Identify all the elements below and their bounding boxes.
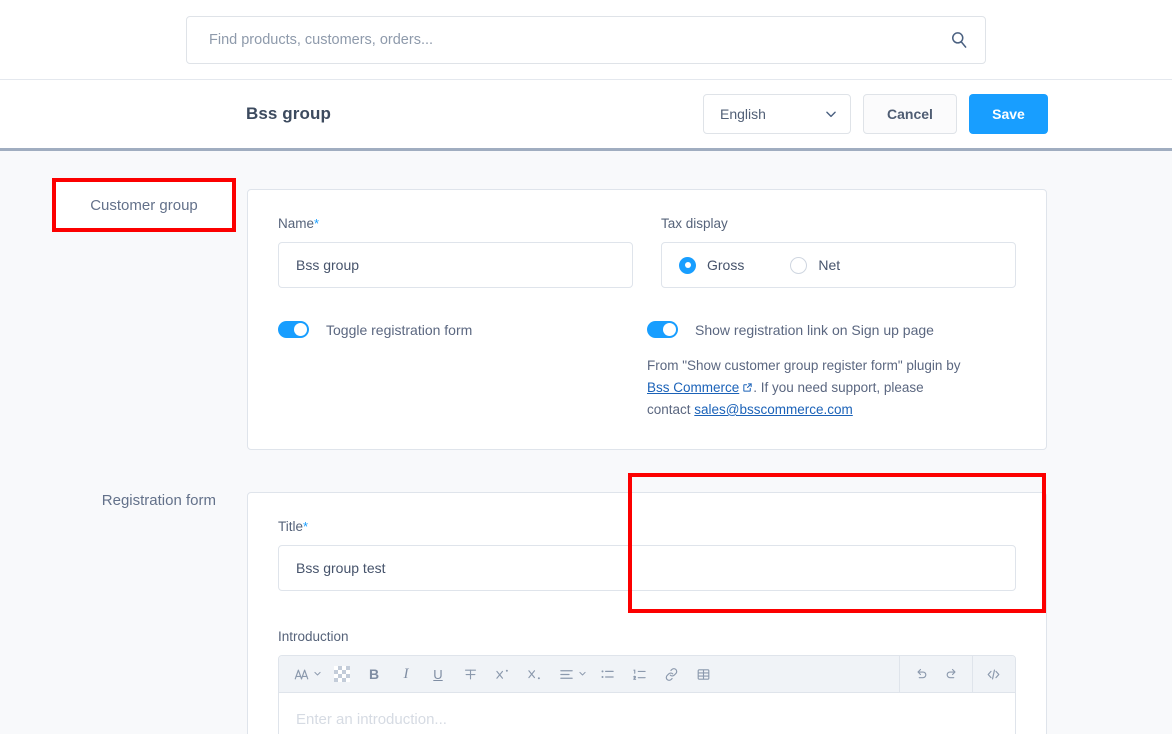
introduction-label: Introduction	[278, 629, 349, 644]
tax-display-label: Tax display	[661, 216, 728, 231]
bold-icon[interactable]: B	[361, 661, 387, 687]
tax-display-field-group: Tax display Gross Net	[661, 216, 1016, 288]
customer-group-card: Name* Bss group Tax display Gross Net To…	[247, 189, 1047, 450]
external-link-icon	[742, 378, 753, 392]
registration-form-card: Title* Bss group test Introduction B I U…	[247, 492, 1047, 734]
show-registration-link-label: Show registration link on Sign up page	[695, 321, 934, 338]
redo-icon[interactable]	[939, 661, 965, 687]
toolbar-divider-1	[899, 656, 900, 693]
plugin-note: From "Show customer group register form"…	[647, 355, 967, 421]
introduction-textarea[interactable]: Enter an introduction...	[279, 693, 1015, 734]
page-title: Bss group	[246, 104, 331, 123]
radio-gross-label: Gross	[707, 257, 745, 273]
global-search-bar	[0, 0, 1172, 80]
header-actions: English Cancel Save	[703, 94, 1048, 134]
radio-option-net[interactable]: Net	[790, 256, 841, 274]
search-field-wrapper[interactable]	[186, 15, 986, 64]
search-input[interactable]	[209, 31, 949, 48]
font-style-caret-icon[interactable]	[313, 665, 324, 683]
bss-commerce-link[interactable]: Bss Commerce	[647, 380, 739, 395]
cancel-button[interactable]: Cancel	[863, 94, 957, 134]
bulleted-list-icon[interactable]	[594, 661, 620, 687]
toggle-registration-form-row: Toggle registration form	[278, 321, 647, 338]
toggle-registration-form-switch[interactable]	[278, 321, 309, 338]
title-input[interactable]: Bss group test	[278, 545, 1016, 591]
text-color-swatch	[334, 666, 350, 682]
underline-icon[interactable]: U	[425, 661, 451, 687]
text-color-icon[interactable]	[329, 661, 355, 687]
language-select[interactable]: English	[703, 94, 851, 134]
name-field-group: Name* Bss group	[278, 216, 633, 288]
title-label-text: Title	[278, 519, 304, 534]
radio-option-gross[interactable]: Gross	[679, 256, 745, 274]
title-field-group: Title* Bss group test	[278, 519, 1016, 591]
undo-icon[interactable]	[907, 661, 933, 687]
section-registration-form: Registration form Title* Bss group test …	[0, 450, 1172, 734]
italic-icon[interactable]: I	[393, 661, 419, 687]
strikethrough-icon[interactable]	[457, 661, 483, 687]
customer-group-fields-row: Name* Bss group Tax display Gross Net	[278, 216, 1016, 288]
align-icon[interactable]	[553, 661, 579, 687]
search-icon[interactable]	[949, 30, 969, 50]
name-required-marker: *	[314, 216, 320, 231]
numbered-list-icon[interactable]	[626, 661, 652, 687]
customer-group-toggles-row: Toggle registration form Show registrati…	[278, 321, 1016, 421]
show-registration-link-switch[interactable]	[647, 321, 678, 338]
name-field-label: Name*	[278, 216, 633, 231]
save-button[interactable]: Save	[969, 94, 1048, 134]
page-content: Name* Bss group Tax display Gross Net To…	[0, 151, 1172, 734]
toggle-registration-form-col: Toggle registration form	[278, 321, 647, 421]
support-email-link[interactable]: sales@bsscommerce.com	[694, 402, 853, 417]
radio-net-indicator[interactable]	[790, 256, 808, 274]
editor-toolbar: B I U	[279, 656, 1015, 693]
name-label-text: Name	[278, 216, 315, 231]
table-icon[interactable]	[690, 661, 716, 687]
radio-gross-indicator[interactable]	[679, 256, 696, 274]
toolbar-divider-2	[972, 656, 973, 693]
section-label-registration-form: Registration form	[101, 492, 216, 509]
tax-display-radio-group: Gross Net	[661, 242, 1016, 288]
plugin-note-part1: From "Show customer group register form"…	[647, 358, 961, 373]
subscript-icon[interactable]	[521, 661, 547, 687]
name-input[interactable]: Bss group	[278, 242, 633, 288]
introduction-editor: B I U Enter an introduction...	[278, 655, 1016, 734]
link-icon[interactable]	[658, 661, 684, 687]
align-caret-icon[interactable]	[578, 665, 589, 683]
title-required-marker: *	[303, 519, 309, 534]
show-registration-link-row: Show registration link on Sign up page	[647, 321, 1016, 338]
source-code-icon[interactable]	[980, 661, 1006, 687]
toggle-registration-form-label: Toggle registration form	[326, 321, 473, 338]
chevron-down-icon	[824, 107, 838, 121]
language-select-value: English	[720, 106, 766, 122]
section-label-customer-group-text: Customer group	[90, 196, 198, 214]
show-registration-link-col: Show registration link on Sign up page F…	[647, 321, 1016, 421]
superscript-icon[interactable]	[489, 661, 515, 687]
title-field-label: Title*	[278, 519, 1016, 534]
radio-net-label: Net	[818, 257, 841, 273]
page-header: Bss group English Cancel Save	[0, 80, 1172, 151]
font-style-icon[interactable]	[288, 661, 314, 687]
